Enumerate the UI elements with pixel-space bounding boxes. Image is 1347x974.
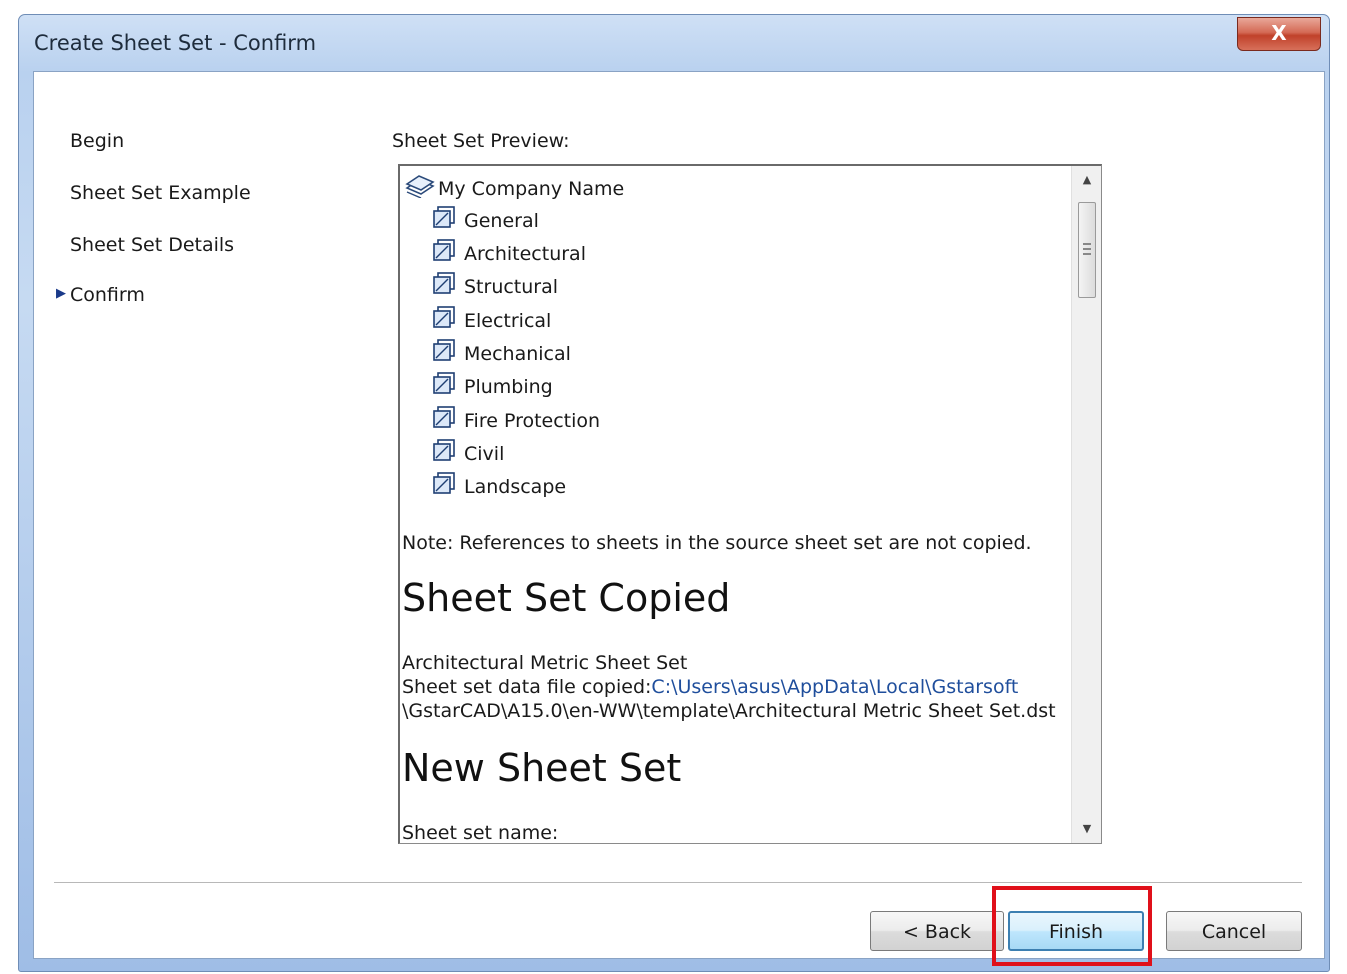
- finish-highlight-box: [992, 886, 1152, 966]
- window-title: Create Sheet Set - Confirm: [34, 31, 317, 55]
- tree-subset-landscape: Landscape: [432, 472, 566, 498]
- scroll-thumb[interactable]: [1078, 202, 1096, 298]
- tree-root: My Company Name: [404, 174, 624, 200]
- preview-label: Sheet Set Preview:: [392, 130, 570, 152]
- scroll-up-icon[interactable]: ▲: [1072, 168, 1101, 192]
- subset-label: Mechanical: [464, 343, 571, 365]
- copy-note: Note: References to sheets in the source…: [402, 532, 1032, 554]
- sheet-set-icon: [405, 175, 435, 198]
- tree-subset-civil: Civil: [432, 439, 504, 465]
- dialog-window: Create Sheet Set - Confirm X Begin Sheet…: [18, 14, 1330, 972]
- sheet-set-preview[interactable]: My Company Name General Architectural St…: [398, 164, 1102, 844]
- cancel-button[interactable]: Cancel: [1166, 911, 1302, 951]
- source-sheet-set-link[interactable]: Architectural Metric Sheet Set: [402, 652, 687, 674]
- subset-icon: [433, 406, 455, 428]
- tree-subset-general: General: [432, 206, 539, 232]
- step-sheet-set-example: Sheet Set Example: [70, 182, 251, 204]
- tree-subset-structural: Structural: [432, 272, 558, 298]
- subset-icon: [433, 472, 455, 494]
- subset-label: Architectural: [464, 243, 586, 265]
- tree-subset-plumbing: Plumbing: [432, 372, 553, 398]
- subset-icon: [433, 272, 455, 294]
- sheet-set-name-label: Sheet set name:: [402, 822, 559, 844]
- subset-icon: [433, 306, 455, 328]
- scroll-down-icon[interactable]: ▼: [1072, 817, 1101, 841]
- sheet-set-copied-heading: Sheet Set Copied: [402, 576, 731, 620]
- title-bar[interactable]: Create Sheet Set - Confirm X: [19, 15, 1329, 71]
- back-button[interactable]: < Back: [870, 911, 1004, 951]
- data-file-line: Sheet set data file copied:C:\Users\asus…: [402, 676, 1018, 698]
- data-file-path-part2[interactable]: \GstarCAD\A15.0\en-WW\template\Architect…: [402, 700, 1056, 722]
- tree-subset-electrical: Electrical: [432, 306, 551, 332]
- subset-icon: [433, 372, 455, 394]
- step-begin: Begin: [70, 130, 125, 152]
- data-file-path-part1[interactable]: C:\Users\asus\AppData\Local\Gstarsoft: [651, 676, 1018, 698]
- subset-label: Structural: [464, 276, 559, 298]
- subset-label: Fire Protection: [464, 410, 601, 432]
- subset-label: Landscape: [464, 476, 567, 498]
- new-sheet-set-heading: New Sheet Set: [402, 746, 682, 790]
- subset-label: Civil: [464, 443, 505, 465]
- tree-subset-fire-protection: Fire Protection: [432, 406, 600, 432]
- subset-icon: [433, 239, 455, 261]
- button-separator: [54, 882, 1302, 884]
- step-confirm: Confirm: [70, 284, 145, 306]
- preview-scrollbar[interactable]: ▲ ▼: [1071, 166, 1101, 843]
- dialog-client-area: Begin Sheet Set Example Sheet Set Detail…: [33, 71, 1325, 966]
- data-file-label: Sheet set data file copied:: [402, 676, 652, 698]
- step-sheet-set-details: Sheet Set Details: [70, 234, 235, 256]
- close-button[interactable]: X: [1237, 17, 1321, 51]
- subset-icon: [433, 206, 455, 228]
- subset-icon: [433, 339, 455, 361]
- grip-icon: [1083, 243, 1091, 255]
- subset-icon: [433, 439, 455, 461]
- tree-subset-architectural: Architectural: [432, 239, 586, 265]
- subset-label: Plumbing: [464, 376, 553, 398]
- tree-subset-mechanical: Mechanical: [432, 339, 571, 365]
- subset-label: Electrical: [464, 310, 552, 332]
- current-step-arrow-icon: ▶: [56, 286, 66, 301]
- subset-label: General: [464, 210, 539, 232]
- tree-root-label: My Company Name: [438, 178, 625, 200]
